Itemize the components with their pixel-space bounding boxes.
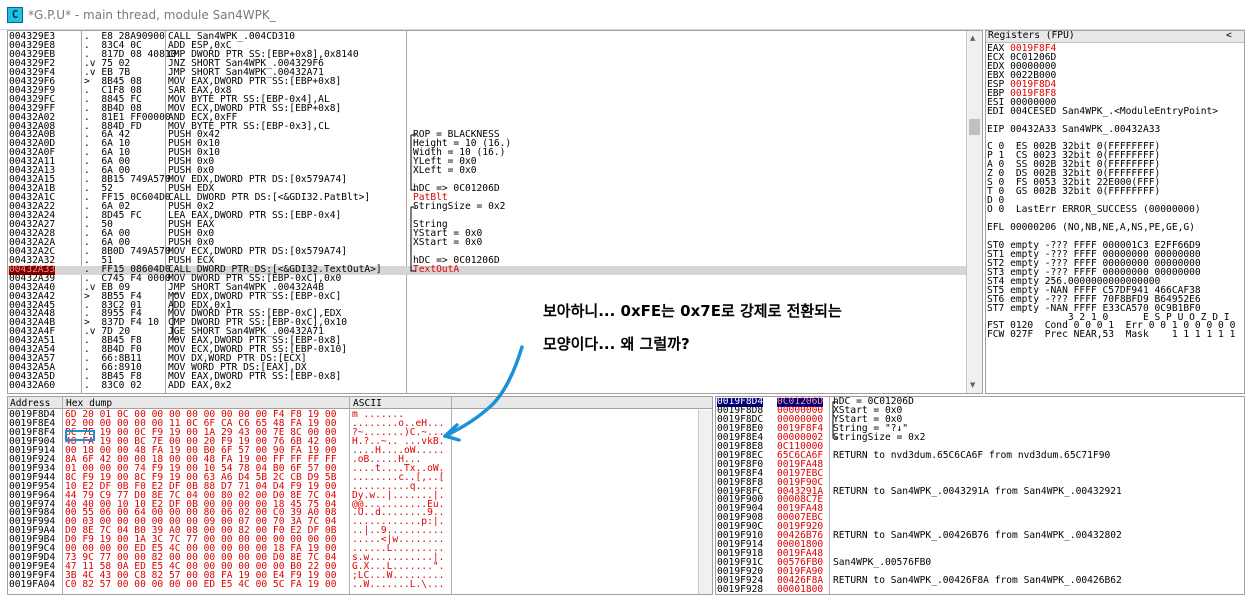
register-label: O 0 LastErr ERROR_SUCCESS (00000000)	[987, 204, 1201, 216]
registers-title: Registers (FPU)	[988, 30, 1075, 41]
register-line[interactable]: O 0 LastErr ERROR_SUCCESS (00000000)	[987, 204, 1201, 216]
highlight-box	[65, 430, 95, 441]
register-label: FCW 027F Prec NEAR,53 Mask 1 1 1 1 1 1	[987, 329, 1236, 341]
column-separator	[349, 397, 350, 594]
dump-col-address[interactable]: Address	[10, 398, 50, 409]
registers-header[interactable]: Registers (FPU) <	[986, 30, 1244, 43]
register-line[interactable]: FCW 027F Prec NEAR,53 Mask 1 1 1 1 1 1	[987, 329, 1236, 341]
register-line[interactable]: EDI 004CESED San4WPK_.<ModuleEntryPoint>	[987, 105, 1219, 117]
dump-hex-bytes: C0 82 57 00 00 00 00 00 ED E5 4C 00 5C F…	[65, 579, 337, 591]
dump-address: 0019FA04	[9, 579, 56, 591]
disassembly-pane[interactable]: 004329E3. E8 28A90900 CALL San4WPK_.004CD…	[7, 30, 983, 394]
register-line[interactable]: EFL 00000206 (NO,NB,NE,A,NS,PE,GE,G)	[987, 222, 1195, 233]
registers-pane[interactable]: Registers (FPU) < EAX 0019F8F4 ECX 0C0120…	[985, 30, 1245, 394]
argument-brackets	[172, 134, 416, 340]
stack-pane[interactable]: 0019F8D4 0C01206D hDC = 0C01206D 0019F8D8 00…	[715, 396, 1245, 595]
stack-comment: RETURN to San4WPK_.00426F8A from San4WPK…	[833, 575, 1122, 586]
dump-header: Address Hex dump ASCII	[8, 397, 712, 409]
title-bar: C *G.P.U* - main thread, module San4WPK_	[0, 0, 1245, 30]
window-title: *G.P.U* - main thread, module San4WPK_	[28, 8, 276, 22]
stack-argument-bracket	[832, 401, 837, 439]
stack-value: 00001800	[777, 583, 824, 595]
annotation-line-1: 보아하니... 0xFE는 0x7E로 강제로 전환되는	[543, 302, 842, 320]
scroll-down-icon[interactable]: ▼	[970, 381, 975, 389]
scroll-up-icon[interactable]: ▲	[970, 34, 975, 42]
stack-comment: San4WPK_.00576FB0	[833, 557, 932, 569]
register-label: T 0 GS 002B 32bit 0(FFFFFFFF)	[987, 186, 1161, 198]
register-line[interactable]: T 0 GS 002B 32bit 0(FFFFFFFF)	[987, 186, 1161, 198]
dump-scrollbar[interactable]	[698, 410, 712, 594]
stack-address: 0019F928	[717, 583, 764, 595]
scrollbar-thumb[interactable]	[969, 119, 980, 135]
stack-comment: RETURN to San4WPK_.00426B76 from San4WPK…	[833, 530, 1122, 542]
hex-dump-pane[interactable]: Address Hex dump ASCII 0019F8D4 6D 20 01 …	[7, 396, 713, 595]
dump-col-hex[interactable]: Hex dump	[66, 398, 112, 409]
column-separator	[62, 397, 63, 594]
annotation-line-2: 모양이다... 왜 그럴까?	[543, 335, 690, 353]
cpu-window-icon[interactable]: C	[7, 7, 23, 23]
disassembly-scrollbar[interactable]: ▲ ▼	[966, 31, 982, 393]
stack-row[interactable]: 0019F928 00001800	[716, 583, 1244, 595]
register-label: EFL 00000206 (NO,NB,NE,A,NS,PE,GE,G)	[987, 222, 1195, 233]
collapse-icon[interactable]: <	[1226, 31, 1232, 41]
dump-col-ascii[interactable]: ASCII	[353, 398, 382, 409]
stack-comment: RETURN to San4WPK_.0043291A from San4WPK…	[833, 485, 1122, 497]
register-label: EDI 004CESED San4WPK_.<ModuleEntryPoint>	[987, 105, 1219, 117]
register-line[interactable]: EIP 00432A33 San4WPK_.00432A33	[987, 123, 1161, 135]
column-separator	[451, 397, 452, 594]
register-label: EIP 00432A33 San4WPK_.00432A33	[987, 123, 1161, 135]
dump-ascii: ..W.......L.\...	[352, 579, 445, 591]
